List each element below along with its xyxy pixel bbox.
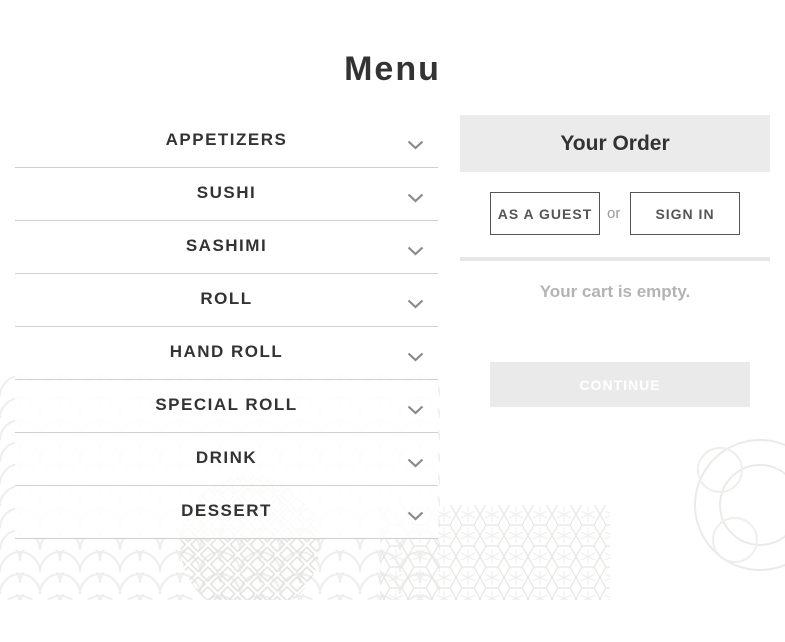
header-fragment bbox=[24, 0, 28, 5]
page-content: Menu APPETIZERS SUSHI SASHIMI ROLL HAND … bbox=[0, 0, 785, 642]
menu-category-dessert[interactable]: DESSERT bbox=[15, 486, 438, 539]
menu-category-sashimi[interactable]: SASHIMI bbox=[15, 221, 438, 274]
page-title: Menu bbox=[344, 50, 441, 88]
chevron-down-icon bbox=[407, 246, 424, 256]
menu-category-label: SASHIMI bbox=[185, 236, 268, 255]
menu-category-appetizers[interactable]: APPETIZERS bbox=[15, 115, 438, 168]
menu-category-label: DESSERT bbox=[181, 501, 272, 520]
chevron-down-icon bbox=[407, 193, 424, 203]
chevron-down-icon bbox=[407, 352, 424, 362]
order-divider bbox=[460, 257, 770, 261]
guest-checkout-button[interactable]: AS A GUEST bbox=[490, 192, 600, 235]
menu-category-label: ROLL bbox=[200, 289, 253, 308]
menu-category-label: APPETIZERS bbox=[165, 130, 288, 149]
chevron-down-icon bbox=[407, 458, 424, 468]
menu-category-label: SUSHI bbox=[196, 183, 257, 202]
chevron-down-icon bbox=[407, 405, 424, 415]
menu-category-label: SPECIAL ROLL bbox=[155, 395, 298, 414]
order-panel: Your Order bbox=[460, 115, 770, 172]
chevron-down-icon bbox=[407, 299, 424, 309]
chevron-down-icon bbox=[407, 140, 424, 150]
or-separator: or bbox=[607, 205, 621, 222]
sign-in-button[interactable]: SIGN IN bbox=[630, 192, 740, 235]
menu-category-label: DRINK bbox=[195, 448, 258, 467]
chevron-down-icon bbox=[407, 511, 424, 521]
menu-category-drink[interactable]: DRINK bbox=[15, 433, 438, 486]
menu-category-special-roll[interactable]: SPECIAL ROLL bbox=[15, 380, 438, 433]
menu-category-sushi[interactable]: SUSHI bbox=[15, 168, 438, 221]
order-panel-title: Your Order bbox=[460, 115, 770, 172]
menu-category-hand-roll[interactable]: HAND ROLL bbox=[15, 327, 438, 380]
menu-category-label: HAND ROLL bbox=[169, 342, 284, 361]
menu-category-roll[interactable]: ROLL bbox=[15, 274, 438, 327]
cart-empty-message: Your cart is empty. bbox=[539, 282, 691, 301]
menu-category-list: APPETIZERS SUSHI SASHIMI ROLL HAND ROLL … bbox=[15, 115, 438, 539]
continue-button[interactable]: CONTINUE bbox=[490, 362, 750, 407]
